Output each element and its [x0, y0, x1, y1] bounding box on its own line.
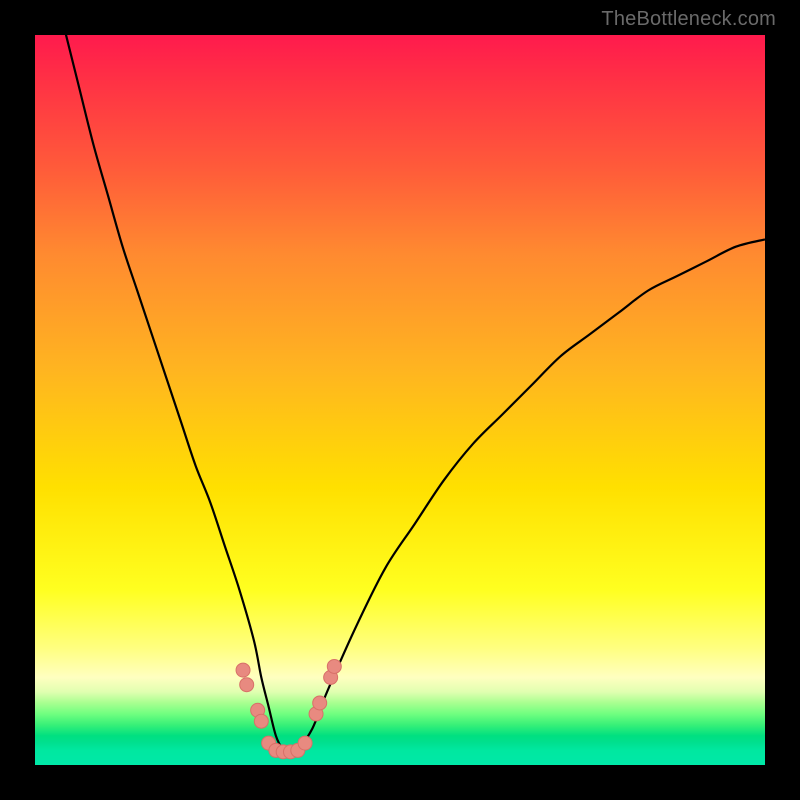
marker-group [236, 659, 341, 758]
curve-layer [35, 35, 765, 765]
watermark-text: TheBottleneck.com [601, 8, 776, 31]
data-marker [313, 696, 327, 710]
data-marker [327, 659, 341, 673]
chart-frame: TheBottleneck.com [0, 0, 800, 800]
data-marker [298, 736, 312, 750]
data-marker [254, 714, 268, 728]
plot-area [35, 35, 765, 765]
data-marker [240, 678, 254, 692]
data-marker [236, 663, 250, 677]
bottleneck-curve [64, 28, 765, 758]
